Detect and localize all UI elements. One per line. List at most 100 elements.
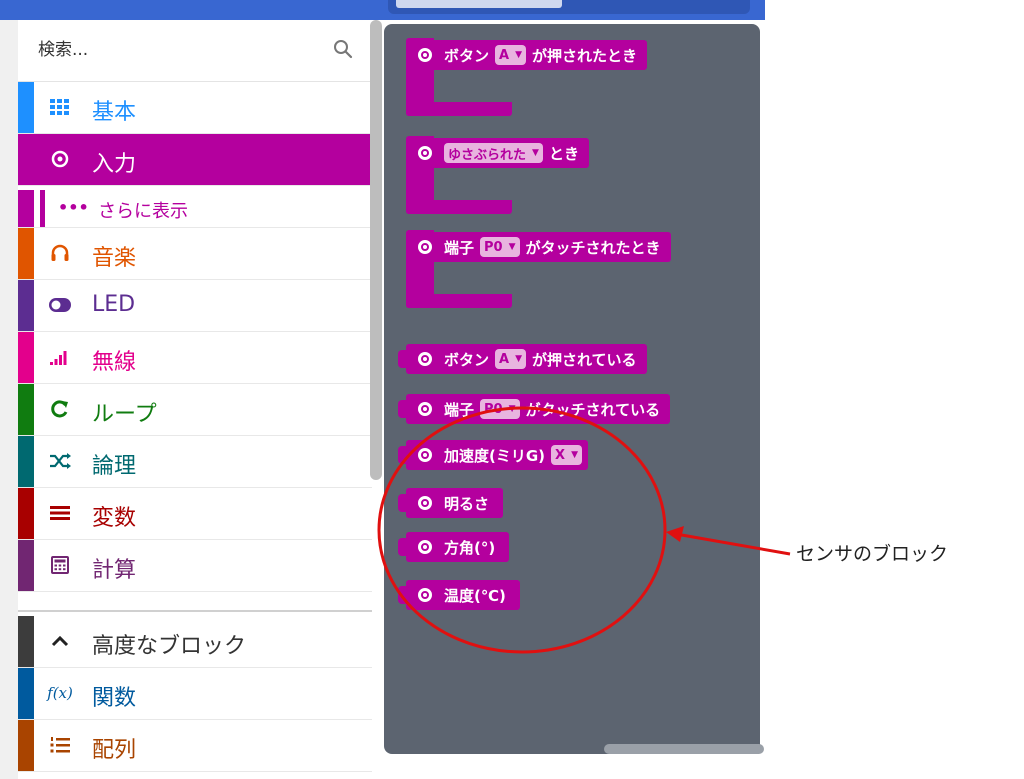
top-header-bar bbox=[0, 0, 765, 20]
category-color-bar bbox=[18, 228, 34, 279]
target-icon bbox=[418, 240, 432, 254]
target-icon bbox=[418, 352, 432, 366]
target-icon bbox=[418, 48, 432, 62]
category-radio[interactable]: 無線 bbox=[18, 332, 372, 384]
category-label: 配列 bbox=[92, 738, 137, 763]
target-icon bbox=[418, 402, 432, 416]
category-label: 基本 bbox=[92, 100, 137, 125]
category-label: 関数 bbox=[92, 686, 137, 711]
category-color-bar bbox=[18, 190, 34, 227]
category-label: 入力 bbox=[92, 152, 137, 177]
block-pin-is-touched[interactable]: 端子 P0 ▼ がタッチされている bbox=[406, 394, 671, 424]
grid-icon bbox=[48, 95, 72, 119]
block-button-pressed[interactable]: ボタン A ▼ が押されたとき bbox=[406, 40, 648, 70]
button-dropdown[interactable]: A ▼ bbox=[495, 45, 526, 65]
category-label: ループ bbox=[92, 402, 157, 427]
block-on-gesture[interactable]: ゆさぶられた ▼ とき bbox=[406, 138, 589, 168]
block-acceleration[interactable]: 加速度(ミリG) X ▼ bbox=[406, 440, 588, 470]
hat-block-foot bbox=[406, 200, 512, 214]
category-color-bar bbox=[18, 280, 34, 331]
block-light-level[interactable]: 明るさ bbox=[406, 488, 504, 518]
category-color-bar bbox=[18, 540, 34, 591]
category-label: 高度なブロック bbox=[92, 634, 247, 659]
chevron-up-icon bbox=[48, 629, 72, 653]
category-color-bar bbox=[18, 134, 34, 185]
shuffle-icon bbox=[48, 449, 72, 473]
ordered-list-icon bbox=[48, 733, 72, 757]
search-input[interactable] bbox=[38, 36, 318, 64]
dropdown-arrow-icon: ▼ bbox=[515, 354, 522, 364]
toolbox-scrollbar[interactable] bbox=[370, 20, 382, 480]
category-color-bar bbox=[18, 488, 34, 539]
loop-icon bbox=[48, 397, 72, 421]
block-text: 明るさ bbox=[444, 494, 490, 513]
headphones-icon bbox=[48, 241, 72, 265]
category-label: 論理 bbox=[92, 454, 137, 479]
toolbox: 基本 入力 ••• さらに表示 音楽 LED 無線 bbox=[18, 20, 372, 779]
category-loops[interactable]: ループ bbox=[18, 384, 372, 436]
category-color-bar bbox=[18, 436, 34, 487]
axis-dropdown[interactable]: X ▼ bbox=[551, 445, 582, 465]
category-led[interactable]: LED bbox=[18, 280, 372, 332]
button-dropdown[interactable]: A ▼ bbox=[495, 349, 526, 369]
dropdown-arrow-icon: ▼ bbox=[571, 450, 578, 460]
target-icon bbox=[418, 496, 432, 510]
hat-block-foot bbox=[406, 294, 512, 308]
header-tab-active[interactable] bbox=[396, 0, 562, 8]
category-label: 計算 bbox=[92, 558, 137, 583]
block-flyout: ボタン A ▼ が押されたとき ゆさぶられた ▼ とき 端子 P0 ▼ がタッチされた… bbox=[384, 24, 760, 754]
more-icon: ••• bbox=[58, 198, 89, 217]
category-advanced[interactable]: 高度なブロック bbox=[18, 616, 372, 668]
block-compass-heading[interactable]: 方角(°) bbox=[406, 532, 510, 562]
reporter-connector bbox=[398, 350, 406, 368]
dropdown-value: A bbox=[499, 47, 510, 63]
block-pin-touched[interactable]: 端子 P0 ▼ がタッチされたとき bbox=[406, 232, 671, 262]
pin-dropdown[interactable]: P0 ▼ bbox=[480, 237, 520, 257]
annotation-label: センサのブロック bbox=[796, 543, 949, 565]
dropdown-value: X bbox=[555, 447, 566, 463]
dropdown-value: A bbox=[499, 351, 510, 367]
category-input-more[interactable]: ••• さらに表示 bbox=[18, 190, 372, 228]
block-text: 温度(℃) bbox=[444, 586, 506, 605]
category-functions[interactable]: f(x) 関数 bbox=[18, 668, 372, 720]
submenu-label: さらに表示 bbox=[98, 201, 188, 222]
flyout-scrollbar[interactable] bbox=[604, 744, 764, 754]
pin-dropdown[interactable]: P0 ▼ bbox=[480, 399, 520, 419]
dropdown-arrow-icon: ▼ bbox=[532, 148, 539, 158]
category-variables[interactable]: 変数 bbox=[18, 488, 372, 540]
block-text: 端子 bbox=[444, 238, 475, 257]
search-icon[interactable] bbox=[332, 38, 354, 60]
category-arrays[interactable]: 配列 bbox=[18, 720, 372, 772]
block-text: とき bbox=[548, 144, 579, 163]
block-text: がタッチされたとき bbox=[525, 238, 661, 257]
block-text: ボタン bbox=[444, 46, 490, 65]
reporter-connector bbox=[398, 446, 406, 464]
dropdown-value: ゆさぶられた bbox=[448, 147, 527, 163]
category-music[interactable]: 音楽 bbox=[18, 228, 372, 280]
hat-block-notch bbox=[440, 76, 462, 82]
category-color-bar bbox=[18, 668, 34, 719]
category-basic[interactable]: 基本 bbox=[18, 82, 372, 134]
block-temperature[interactable]: 温度(℃) bbox=[406, 580, 520, 610]
category-label: 音楽 bbox=[92, 246, 137, 271]
target-icon bbox=[418, 146, 432, 160]
category-logic[interactable]: 論理 bbox=[18, 436, 372, 488]
block-text: が押されている bbox=[532, 350, 637, 369]
category-label: 無線 bbox=[92, 350, 137, 375]
category-input[interactable]: 入力 bbox=[18, 134, 372, 186]
reporter-connector bbox=[398, 494, 406, 512]
category-color-bar bbox=[18, 332, 34, 383]
signal-icon bbox=[48, 345, 72, 369]
dropdown-arrow-icon: ▼ bbox=[508, 404, 516, 414]
target-icon bbox=[418, 588, 432, 602]
dropdown-value: P0 bbox=[484, 401, 503, 417]
function-icon: f(x) bbox=[47, 684, 73, 702]
category-math[interactable]: 計算 bbox=[18, 540, 372, 592]
block-text: ボタン bbox=[444, 350, 490, 369]
category-color-bar bbox=[18, 720, 34, 771]
gesture-dropdown[interactable]: ゆさぶられた ▼ bbox=[444, 143, 543, 163]
block-button-is-pressed[interactable]: ボタン A ▼ が押されている bbox=[406, 344, 647, 374]
hat-block-foot bbox=[406, 102, 512, 116]
target-icon bbox=[418, 540, 432, 554]
block-text: 方角(°) bbox=[444, 538, 496, 557]
